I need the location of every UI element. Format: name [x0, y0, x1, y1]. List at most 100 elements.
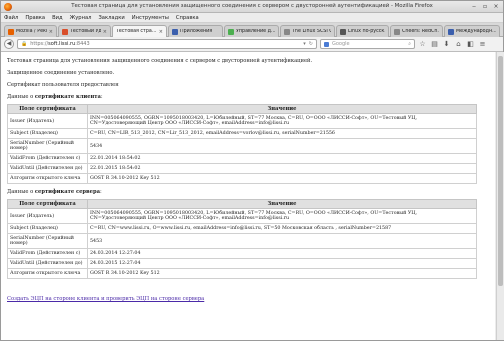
server-cert-table: Поле сертификата Значение Issuer (Издате…	[7, 199, 477, 279]
search-placeholder: Google	[332, 41, 350, 47]
cell-field: Issuer (Издатель)	[7, 208, 88, 224]
page-favicon-icon	[62, 28, 68, 35]
cell-value: INN=005064090555, OGRN=1095018003420, L=…	[87, 113, 477, 129]
window-controls: ‒ ▫ ×	[470, 3, 500, 11]
cell-value: C=RU, CN=LIR_513_2012, CN=Lir_513_2012, …	[87, 128, 477, 139]
table-row: Subject (Владелец) C=RU, CN=www.lissi.ru,…	[7, 223, 477, 234]
bookmark-star-icon[interactable]: ☆	[418, 40, 427, 48]
tab-label: Управление д...	[236, 29, 275, 34]
url-text: https://soft.lissi.ru:8443	[30, 41, 90, 47]
cell-value: C=RU, CN=www.lissi.ru, O=www.lissi.ru, e…	[87, 223, 477, 234]
tab-1[interactable]: Тестовый Удо... ×	[58, 25, 111, 37]
tab-2-active[interactable]: Тестовая стра... ×	[112, 25, 167, 37]
menu-history[interactable]: Журнал	[70, 15, 92, 21]
page-favicon-icon	[172, 28, 178, 35]
col-field-header: Поле сертификата	[7, 104, 88, 114]
cell-field: ValidFrom (Действителен с)	[7, 248, 88, 259]
reload-icon[interactable]: ↻	[309, 41, 313, 47]
tab-4[interactable]: Управление д...	[224, 25, 279, 37]
close-tab-icon[interactable]: ×	[49, 29, 53, 35]
minimize-button[interactable]: ‒	[470, 3, 478, 11]
search-icon[interactable]: ⌕	[408, 41, 411, 47]
google-icon[interactable]	[324, 41, 329, 47]
tab-7[interactable]: Cheers: RedCh...	[390, 25, 443, 37]
cell-value: 24.03.2014 12:27:04	[87, 248, 477, 259]
sign-and-verify-link[interactable]: Создать ЭЦП на стороне клиента и провери…	[7, 296, 204, 302]
menu-bookmarks[interactable]: Закладки	[98, 15, 124, 21]
table-header-row: Поле сертификата Значение	[7, 199, 477, 209]
page-favicon-icon	[394, 28, 400, 35]
table-row: ValidFrom (Действителен с) 22.01.2014 18:…	[7, 153, 477, 164]
menu-view[interactable]: Вид	[52, 15, 63, 21]
tab-6[interactable]: Linux по-русск...	[336, 25, 389, 37]
firefox-favicon-icon	[8, 28, 14, 35]
table-row: Алгоритм открытого ключа GOST R 34.10-201…	[7, 268, 477, 279]
table-row: SerialNumber (Серийный номер) 5434	[7, 138, 477, 154]
address-bar[interactable]: 🔒 https://soft.lissi.ru:8443 ▾ ↻	[17, 39, 317, 49]
tab-5[interactable]: The Linux SCSI Ge...	[280, 25, 335, 37]
menu-tools[interactable]: Инструменты	[132, 15, 169, 21]
col-value-header: Значение	[87, 104, 477, 114]
table-row: Issuer (Издатель) INN=005064090555, OGRN=…	[7, 113, 477, 129]
tab-label: Linux по-русск...	[348, 29, 385, 34]
extension-icon[interactable]: ◧	[466, 40, 475, 48]
table-row: Алгоритм открытого ключа GOST R 34.10-201…	[7, 173, 477, 184]
table-row: ValidUntil (Действителен до) 24.03.2015 1…	[7, 258, 477, 269]
search-bar[interactable]: Google ⌕	[320, 39, 415, 49]
tab-label: Mozilla / Рекомен...	[16, 29, 47, 34]
tab-bar: Mozilla / Рекомен... × Тестовый Удо... ×…	[1, 23, 503, 37]
tab-3[interactable]: Приложения	[168, 25, 223, 37]
bookmarks-list-icon[interactable]: ▤	[430, 40, 439, 48]
page-favicon-icon	[448, 28, 454, 35]
page-heading: Тестовая страница для установления защищ…	[7, 58, 313, 64]
table-row: SerialNumber (Серийный номер) 5453	[7, 233, 477, 249]
cell-field: Subject (Владелец)	[7, 128, 88, 139]
menu-bar: Файл Правка Вид Журнал Закладки Инструме…	[1, 13, 503, 23]
cell-field: Subject (Владелец)	[7, 223, 88, 234]
tab-label: Тестовый Удо...	[70, 29, 101, 34]
cell-value: 22.01.2015 18:54:02	[87, 163, 477, 174]
page-favicon-icon	[340, 28, 346, 35]
client-cert-table: Поле сертификата Значение Issuer (Издате…	[7, 104, 477, 184]
menu-file[interactable]: Файл	[4, 15, 18, 21]
cell-field: SerialNumber (Серийный номер)	[7, 138, 88, 154]
menu-help[interactable]: Справка	[176, 15, 199, 21]
tab-label: Cheers: RedCh...	[402, 29, 439, 34]
status-connection: Защищенное соединение установлено.	[7, 70, 115, 76]
download-icon[interactable]: ⬇	[442, 40, 451, 48]
close-tab-icon[interactable]: ×	[159, 29, 163, 35]
close-window-button[interactable]: ×	[492, 3, 500, 11]
tab-0[interactable]: Mozilla / Рекомен... ×	[4, 25, 57, 37]
page-favicon-icon	[284, 28, 290, 35]
menu-icon[interactable]: ≡	[478, 40, 487, 48]
menu-edit[interactable]: Правка	[25, 15, 45, 21]
close-tab-icon[interactable]: ×	[103, 29, 107, 35]
cell-value: GOST R 34.10-2012 Key 512	[87, 268, 477, 279]
table-row: Subject (Владелец) C=RU, CN=LIR_513_2012,…	[7, 128, 477, 139]
col-field-header: Поле сертификата	[7, 199, 88, 209]
table-row: ValidFrom (Действителен с) 24.03.2014 12:…	[7, 248, 477, 259]
cell-field: SerialNumber (Серийный номер)	[7, 233, 88, 249]
lock-icon[interactable]: 🔒	[21, 41, 27, 47]
scrollbar-thumb[interactable]	[498, 56, 503, 286]
tab-8[interactable]: Международн...	[444, 25, 500, 37]
back-button[interactable]: ◀	[4, 39, 14, 49]
navigation-bar: ◀ 🔒 https://soft.lissi.ru:8443 ▾ ↻ Googl…	[1, 37, 503, 52]
table-header-row: Поле сертификата Значение	[7, 104, 477, 114]
maximize-button[interactable]: ▫	[481, 3, 489, 11]
page-favicon-icon	[228, 28, 234, 35]
cell-field: ValidUntil (Действителен до)	[7, 163, 88, 174]
vertical-scrollbar[interactable]	[496, 52, 504, 340]
tab-label: Приложения	[180, 29, 213, 34]
tab-label: Международн...	[456, 29, 496, 34]
table-row: Issuer (Издатель) INN=005064090555, OGRN=…	[7, 208, 477, 224]
dropdown-arrow-icon[interactable]: ▾	[303, 41, 306, 47]
page-content: Тестовая страница для установления защищ…	[1, 52, 495, 340]
cell-field: Алгоритм открытого ключа	[7, 268, 88, 279]
col-value-header: Значение	[87, 199, 477, 209]
tab-label: The Linux SCSI Ge...	[292, 29, 331, 34]
cell-field: ValidUntil (Действителен до)	[7, 258, 88, 269]
cell-field: ValidFrom (Действителен с)	[7, 153, 88, 164]
home-icon[interactable]: ⌂	[454, 40, 463, 48]
cell-field: Issuer (Издатель)	[7, 113, 88, 129]
